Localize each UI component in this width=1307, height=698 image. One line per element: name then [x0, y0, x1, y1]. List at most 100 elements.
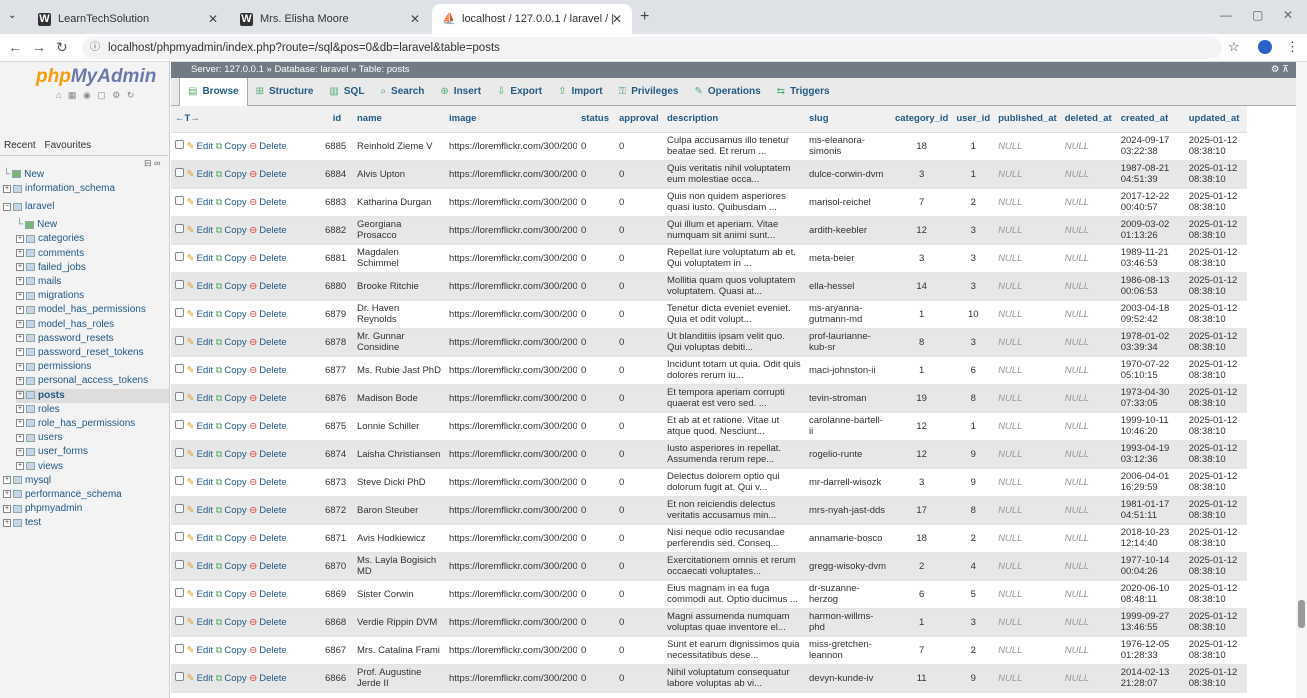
edit-button[interactable]: ✎ Edit — [187, 589, 213, 600]
cell-user-id[interactable]: 1 — [952, 160, 995, 189]
cell-updated-at[interactable]: 2025-01-12 08:38:10 — [1184, 188, 1247, 217]
delete-button[interactable]: ⊖ Delete — [249, 281, 286, 292]
edit-button[interactable]: ✎ Edit — [187, 225, 213, 236]
cell-published-at[interactable]: NULL — [994, 664, 1061, 693]
cell-status[interactable]: 0 — [577, 664, 615, 693]
cell-updated-at[interactable]: 2025-01-12 08:38:10 — [1184, 328, 1247, 357]
cell-status[interactable]: 0 — [577, 524, 615, 553]
cell-description[interactable]: Eius magnam in ea fuga commodi aut. Opti… — [663, 580, 805, 609]
cell-created-at[interactable]: 1989-11-21 03:46:53 — [1116, 244, 1185, 273]
cell-image[interactable]: https://loremflickr.com/300/200/ — [445, 496, 577, 525]
cell-description[interactable]: Et non reiciendis delectus veritatis acc… — [663, 496, 805, 525]
cell-approval[interactable]: 0 — [615, 328, 663, 357]
recent-tab[interactable]: Recent — [4, 140, 36, 151]
row-checkbox[interactable] — [175, 532, 184, 541]
cell-status[interactable]: 0 — [577, 636, 615, 665]
cell-image[interactable]: https://loremflickr.com/300/200/ — [445, 636, 577, 665]
cell-created-at[interactable]: 1981-01-17 04:51:11 — [1116, 496, 1185, 525]
cell-slug[interactable]: maci-johnston-ii — [805, 356, 891, 385]
tree-item-roles[interactable]: + roles — [16, 403, 169, 417]
cell-image[interactable]: https://loremflickr.com/300/200/ — [445, 328, 577, 357]
cell-category-id[interactable]: 8 — [891, 328, 953, 357]
cell-name[interactable]: Madison Bode — [353, 384, 445, 413]
cell-description[interactable]: Quis non quidem asperiores quasi iusto. … — [663, 188, 805, 217]
url-field[interactable]: ⓘ localhost/phpmyadmin/index.php?route=/… — [82, 37, 1222, 59]
copy-button[interactable]: ⧉ Copy — [216, 281, 247, 292]
row-checkbox[interactable] — [175, 280, 184, 289]
cell-status[interactable]: 0 — [577, 300, 615, 329]
cell-created-at[interactable]: 1977-10-14 00:04:26 — [1116, 552, 1185, 581]
cell-slug[interactable]: marisol-reichel — [805, 188, 891, 217]
cell-created-at[interactable]: 1999-10-11 10:46:20 — [1116, 412, 1185, 441]
cell-deleted-at[interactable]: NULL — [1060, 412, 1117, 441]
new-tab-button[interactable]: + — [640, 8, 649, 26]
row-checkbox[interactable] — [175, 504, 184, 513]
edit-button[interactable]: ✎ Edit — [187, 169, 213, 180]
cell-name[interactable]: Avis Hodkiewicz — [353, 524, 445, 553]
cell-deleted-at[interactable]: NULL — [1060, 272, 1117, 301]
cell-created-at[interactable]: 1973-04-30 07:33:05 — [1116, 384, 1185, 413]
edit-button[interactable]: ✎ Edit — [187, 393, 213, 404]
settings-icon[interactable]: ⚙ ⊼ — [1271, 62, 1289, 78]
cell-approval[interactable]: 0 — [615, 356, 663, 385]
tree-item-personal-access-tokens[interactable]: + personal_access_tokens — [16, 374, 169, 388]
cell-description[interactable]: Et ab at et ratione. Vitae ut atque quod… — [663, 412, 805, 441]
tree-item-laravel[interactable]: − laravel — [3, 200, 169, 214]
cell-user-id[interactable]: 3 — [952, 272, 995, 301]
cell-user-id[interactable]: 4 — [952, 552, 995, 581]
edit-button[interactable]: ✎ Edit — [187, 561, 213, 572]
cell-slug[interactable]: mrs-nyah-jast-dds — [805, 496, 891, 525]
cell-category-id[interactable]: 12 — [891, 440, 953, 469]
row-checkbox[interactable] — [175, 448, 184, 457]
delete-button[interactable]: ⊖ Delete — [249, 673, 286, 684]
tree-item-password-resets[interactable]: + password_resets — [16, 332, 169, 346]
cell-published-at[interactable]: NULL — [994, 216, 1061, 245]
cell-published-at[interactable]: NULL — [994, 524, 1061, 553]
cell-slug[interactable]: carolanne-bartell-ii — [805, 412, 891, 441]
cell-published-at[interactable]: NULL — [994, 132, 1061, 161]
cell-description[interactable]: Et tempora aperiam corrupti quaerat est … — [663, 384, 805, 413]
cell-updated-at[interactable]: 2025-01-12 08:38:10 — [1184, 412, 1247, 441]
tab-operations[interactable]: ✎ Operations — [686, 78, 768, 106]
cell-description[interactable]: Iusto asperiores in repellat. Assumenda … — [663, 440, 805, 469]
expand-toggle-icon[interactable]: + — [16, 376, 24, 385]
cell-slug[interactable]: annamarie-bosco — [805, 524, 891, 553]
cell-approval[interactable]: 0 — [615, 216, 663, 245]
cell-user-id[interactable]: 1 — [952, 132, 995, 161]
column-header-status[interactable]: status — [577, 106, 615, 133]
cell-deleted-at[interactable]: NULL — [1060, 356, 1117, 385]
cell-name[interactable]: Dr. Haven Reynolds — [353, 300, 445, 329]
cell-id[interactable]: 6866 — [321, 664, 353, 693]
cell-approval[interactable]: 0 — [615, 468, 663, 497]
cell-category-id[interactable]: 14 — [891, 272, 953, 301]
delete-button[interactable]: ⊖ Delete — [249, 533, 286, 544]
cell-category-id[interactable]: 19 — [891, 384, 953, 413]
cell-description[interactable]: Mollitia quam quos voluptatem voluptatem… — [663, 272, 805, 301]
expand-toggle-icon[interactable]: + — [16, 305, 24, 314]
cell-id[interactable]: 6869 — [321, 580, 353, 609]
tree-item-New[interactable]: └ New — [16, 218, 169, 232]
cell-created-at[interactable]: 1987-08-21 04:51:39 — [1116, 160, 1185, 189]
cell-name[interactable]: Ms. Rubie Jast PhD — [353, 356, 445, 385]
delete-button[interactable]: ⊖ Delete — [249, 141, 286, 152]
cell-image[interactable]: https://loremflickr.com/300/200/ — [445, 608, 577, 637]
cell-slug[interactable]: mr-darrell-wisozk — [805, 468, 891, 497]
close-icon[interactable]: ✕ — [410, 12, 420, 26]
delete-button[interactable]: ⊖ Delete — [249, 393, 286, 404]
expand-toggle-icon[interactable]: + — [16, 334, 24, 343]
cell-status[interactable]: 0 — [577, 580, 615, 609]
cell-deleted-at[interactable]: NULL — [1060, 160, 1117, 189]
column-options-icon[interactable]: ←T→ — [175, 113, 200, 124]
cell-user-id[interactable]: 2 — [952, 188, 995, 217]
cell-deleted-at[interactable]: NULL — [1060, 664, 1117, 693]
cell-user-id[interactable]: 8 — [952, 384, 995, 413]
cell-description[interactable]: Tenetur dicta eveniet eveniet. Quia et o… — [663, 300, 805, 329]
cell-deleted-at[interactable]: NULL — [1060, 188, 1117, 217]
delete-button[interactable]: ⊖ Delete — [249, 225, 286, 236]
site-info-icon[interactable]: ⓘ — [90, 37, 100, 59]
expand-toggle-icon[interactable]: + — [16, 362, 24, 371]
cell-published-at[interactable]: NULL — [994, 160, 1061, 189]
cell-approval[interactable]: 0 — [615, 636, 663, 665]
copy-button[interactable]: ⧉ Copy — [216, 561, 247, 572]
cell-id[interactable]: 6874 — [321, 440, 353, 469]
